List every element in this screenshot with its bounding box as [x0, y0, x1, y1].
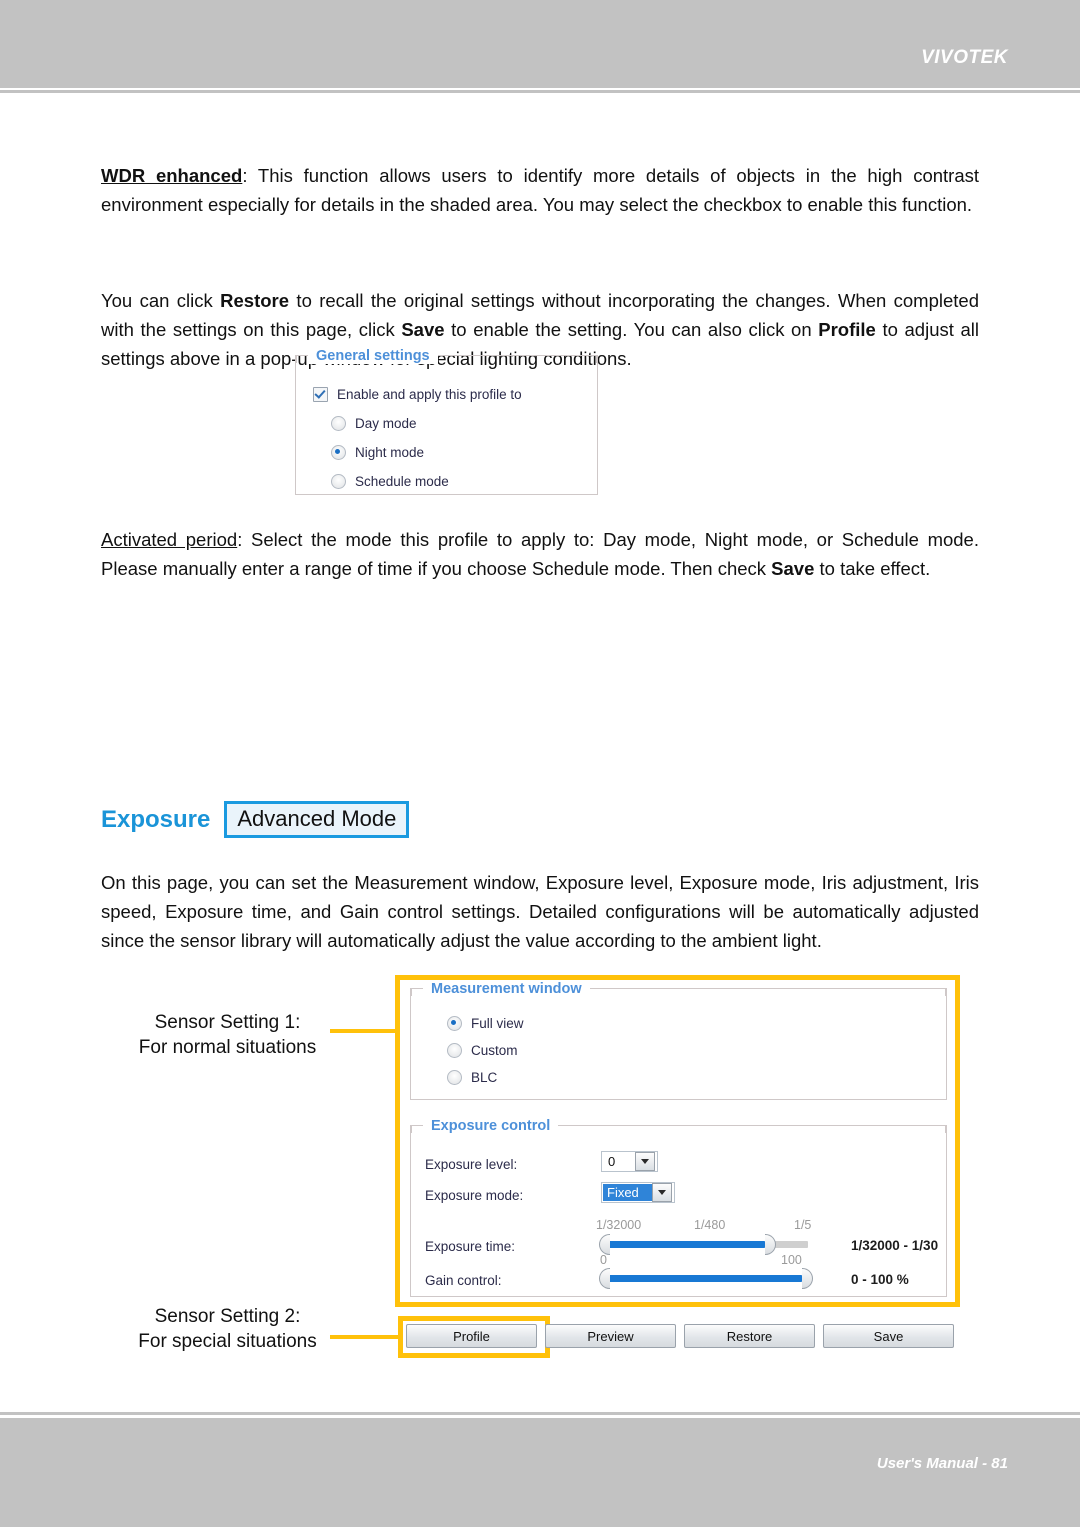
radio-icon-custom[interactable] — [447, 1043, 462, 1058]
exposure-time-label: Exposure time: — [425, 1239, 516, 1254]
chevron-down-icon[interactable] — [635, 1152, 655, 1171]
preview-button[interactable]: Preview — [545, 1324, 676, 1348]
exposure-section-heading: Exposure Advanced Mode — [101, 801, 410, 839]
chevron-down-icon[interactable] — [652, 1183, 672, 1202]
exposure-level-label: Exposure level: — [425, 1157, 518, 1172]
paragraph-exposure-description: On this page, you can set the Measuremen… — [101, 871, 979, 951]
paragraph-activated-period: Activated period: Select the mode this p… — [101, 528, 979, 579]
legend-rule — [558, 1125, 946, 1126]
radio-row-blc[interactable]: BLC — [447, 1070, 497, 1085]
slider-handle-min[interactable] — [599, 1234, 610, 1255]
radio-row-full-view[interactable]: Full view — [447, 1016, 524, 1031]
exposure-time-tick-max: 1/5 — [794, 1218, 812, 1232]
legend-stub — [296, 355, 308, 356]
exposure-control-legend: Exposure control — [423, 1117, 559, 1134]
panel-corner-left — [411, 1125, 412, 1133]
page-footer-bar — [0, 1418, 1080, 1527]
slider-fill — [609, 1275, 802, 1282]
radio-row-day-mode[interactable]: Day mode — [331, 416, 417, 431]
gain-control-tick-max: 100 — [781, 1253, 802, 1267]
slider-handle-min[interactable] — [599, 1268, 610, 1289]
panel-corner-right — [945, 1125, 946, 1133]
paragraph-wdr-enhanced: WDR enhanced: This function allows users… — [101, 164, 979, 215]
exposure-control-panel: Exposure control Exposure level: 0 Expos… — [410, 1117, 947, 1297]
panel-corner-left — [296, 355, 297, 363]
radio-row-custom[interactable]: Custom — [447, 1043, 518, 1058]
general-settings-legend: General settings — [308, 347, 438, 364]
exposure-level-dropdown[interactable]: 0 — [601, 1151, 658, 1172]
exposure-level-value: 0 — [608, 1154, 616, 1169]
panel-corner-right — [945, 988, 946, 996]
exposure-time-tick-min: 1/32000 — [596, 1218, 642, 1232]
legend-stub — [411, 988, 423, 989]
advanced-mode-badge[interactable]: Advanced Mode — [224, 801, 410, 839]
slider-handle-max[interactable] — [802, 1268, 813, 1289]
vivotek-logo: VIVOTEK — [921, 47, 1008, 68]
footer-page-label: User's Manual - 81 — [876, 1455, 1008, 1472]
exposure-control-legend-row: Exposure control — [411, 1117, 946, 1134]
gain-control-range-text: 0 - 100 % — [851, 1272, 909, 1287]
general-settings-panel: General settings Enable and apply this p… — [295, 347, 598, 495]
slider-fill — [609, 1241, 765, 1248]
action-button-row: Profile Preview Restore Save — [406, 1324, 954, 1348]
exposure-time-range-text: 1/32000 - 1/30 — [851, 1238, 939, 1253]
radio-icon-schedule-mode[interactable] — [331, 474, 346, 489]
radio-icon-blc[interactable] — [447, 1070, 462, 1085]
radio-label-schedule-mode: Schedule mode — [355, 474, 449, 489]
radio-icon-day-mode[interactable] — [331, 416, 346, 431]
exposure-mode-label: Exposure mode: — [425, 1188, 524, 1203]
radio-label-full-view: Full view — [471, 1016, 524, 1031]
radio-label-custom: Custom — [471, 1043, 518, 1058]
header-divider — [0, 90, 1080, 93]
gain-control-tick-min: 0 — [600, 1253, 607, 1267]
general-settings-legend-row: General settings — [296, 347, 597, 364]
radio-label-night-mode: Night mode — [355, 445, 425, 460]
radio-label-blc: BLC — [471, 1070, 498, 1085]
panel-corner-left — [411, 988, 412, 996]
legend-rule — [437, 355, 597, 356]
radio-row-night-mode[interactable]: Night mode — [331, 445, 424, 460]
callout-leader-line-1 — [330, 1029, 398, 1033]
measurement-window-panel: Measurement window Full view Custom BLC — [410, 980, 947, 1100]
panel-corner-right — [596, 355, 597, 363]
gain-control-label: Gain control: — [425, 1273, 502, 1288]
save-button[interactable]: Save — [823, 1324, 954, 1348]
footer-divider — [0, 1412, 1080, 1415]
annotation-sensor-setting-2: Sensor Setting 2: For special situations — [138, 1306, 317, 1352]
exposure-time-tick-mid: 1/480 — [694, 1218, 726, 1232]
legend-rule — [589, 988, 946, 989]
radio-icon-full-view[interactable] — [447, 1016, 462, 1031]
enable-profile-checkbox-row[interactable]: Enable and apply this profile to — [313, 387, 522, 402]
page-title: Exposure — [101, 805, 211, 833]
radio-row-schedule-mode[interactable]: Schedule mode — [331, 474, 449, 489]
callout-leader-line-2 — [330, 1335, 402, 1339]
page-header-bar — [0, 0, 1080, 88]
enable-profile-label: Enable and apply this profile to — [337, 387, 522, 402]
slider-handle-max[interactable] — [765, 1234, 776, 1255]
checkbox-icon[interactable] — [313, 387, 328, 402]
annotation-sensor-setting-1: Sensor Setting 1: For normal situations — [138, 1012, 317, 1058]
profile-button[interactable]: Profile — [406, 1324, 537, 1348]
restore-button[interactable]: Restore — [684, 1324, 815, 1348]
measurement-window-legend: Measurement window — [423, 980, 590, 997]
exposure-mode-value: Fixed — [603, 1184, 652, 1201]
exposure-mode-dropdown[interactable]: Fixed — [601, 1182, 675, 1203]
measurement-window-legend-row: Measurement window — [411, 980, 946, 997]
legend-stub — [411, 1125, 423, 1126]
radio-label-day-mode: Day mode — [355, 416, 417, 431]
radio-icon-night-mode[interactable] — [331, 445, 346, 460]
